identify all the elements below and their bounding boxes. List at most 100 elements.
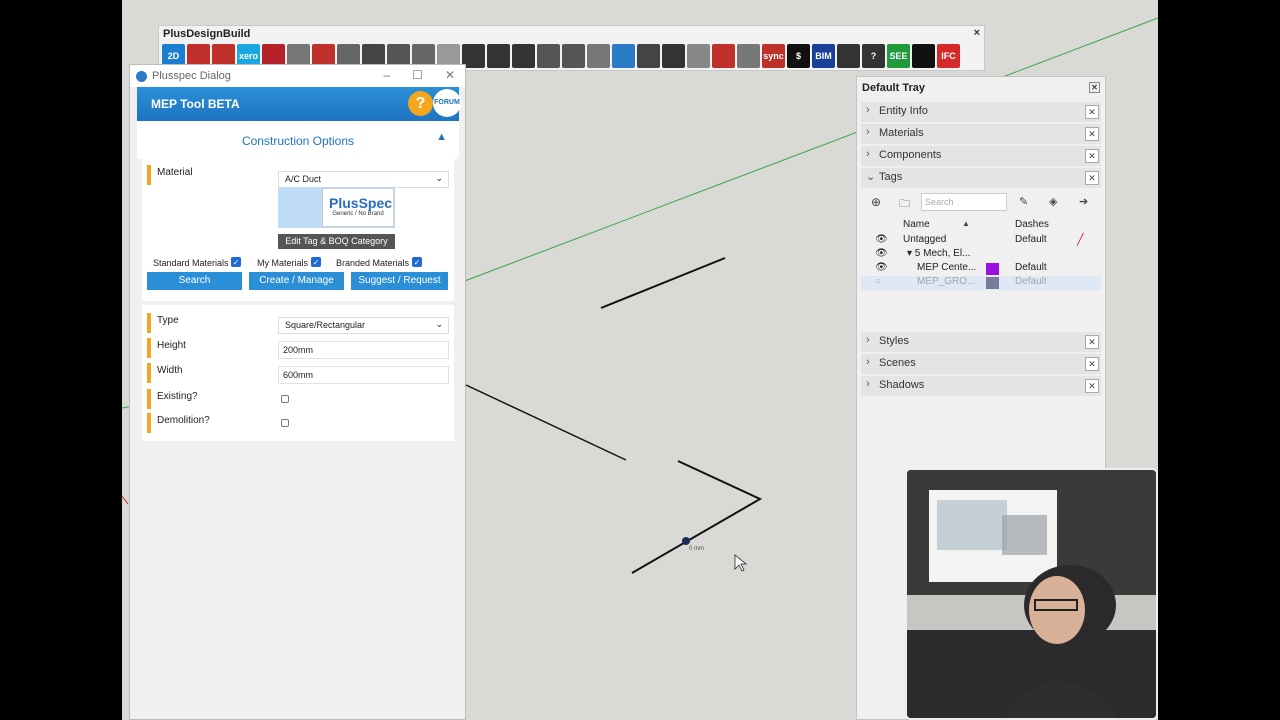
close-section-icon[interactable]: ✕ xyxy=(1085,335,1099,349)
section-label: Materials xyxy=(879,127,924,139)
tray-section-components[interactable]: › Components ✕ xyxy=(861,146,1101,166)
chevron-down-icon: ⌄ xyxy=(435,319,443,329)
demolition-checkbox[interactable] xyxy=(281,419,289,427)
tag-row[interactable]: 👁 Untagged Default ╱ xyxy=(861,234,1101,248)
duct-line-mid xyxy=(465,384,627,461)
tray-section-shadows[interactable]: › Shadows ✕ xyxy=(861,376,1101,396)
material-select[interactable]: A/C Duct ⌄ xyxy=(278,171,449,188)
hexagon-icon[interactable] xyxy=(512,44,535,68)
tag-search-input[interactable]: Search xyxy=(921,193,1007,211)
add-folder-icon[interactable]: 🗀 xyxy=(899,195,910,214)
corner-icon[interactable] xyxy=(487,44,510,68)
material-label: Material xyxy=(147,165,193,185)
section-label: Scenes xyxy=(879,357,916,369)
create-manage-button[interactable]: Create / Manage xyxy=(249,272,344,290)
stairs-icon[interactable] xyxy=(537,44,560,68)
help-button[interactable]: ? xyxy=(408,91,433,116)
tag-folder-name: ▾ 5 Mech, El... xyxy=(907,248,971,259)
edit-tag-button[interactable]: Edit Tag & BOQ Category xyxy=(278,234,395,249)
tray-section-styles[interactable]: › Styles ✕ xyxy=(861,332,1101,352)
standard-materials-checkbox[interactable]: ✓ xyxy=(231,257,241,267)
stopwatch-icon[interactable] xyxy=(912,44,935,68)
pipe-icon[interactable] xyxy=(637,44,660,68)
my-materials-checkbox[interactable]: ✓ xyxy=(311,257,321,267)
close-section-icon[interactable]: ✕ xyxy=(1085,171,1099,185)
see-all-icon[interactable]: SEE xyxy=(887,44,910,68)
toolbar-title: PlusDesignBuild × xyxy=(159,26,984,42)
existing-checkbox[interactable] xyxy=(281,395,289,403)
branded-materials-checkbox[interactable]: ✓ xyxy=(412,257,422,267)
tag-row[interactable]: 👁 ▾ 5 Mech, El... xyxy=(861,248,1101,262)
close-section-icon[interactable]: ✕ xyxy=(1085,105,1099,119)
toolbar-close-icon[interactable]: × xyxy=(974,27,980,39)
dollar-icon[interactable]: $ xyxy=(787,44,810,68)
tray-section-scenes[interactable]: › Scenes ✕ xyxy=(861,354,1101,374)
eye-icon[interactable]: 👁 xyxy=(875,262,888,273)
pencil-icon[interactable]: ✎ xyxy=(1019,195,1028,208)
ifc-icon[interactable]: IFC xyxy=(937,44,960,68)
tray-close-icon[interactable]: ✕ xyxy=(1089,82,1100,93)
tray-section-entity-info[interactable]: › Entity Info ✕ xyxy=(861,102,1101,122)
calendar-icon[interactable] xyxy=(587,44,610,68)
snap-point-icon xyxy=(682,537,690,545)
demolition-label: Demolition? xyxy=(147,413,210,433)
bim-mep-icon[interactable]: BIM xyxy=(812,44,835,68)
material-thumbnail: PlusSpec Generic / No Brand xyxy=(278,187,395,228)
tag-color-swatch[interactable] xyxy=(986,277,999,289)
pencil-red-icon[interactable]: ╱ xyxy=(1077,233,1084,246)
col-name-header[interactable]: Name xyxy=(903,219,930,230)
close-section-icon[interactable]: ✕ xyxy=(1085,149,1099,163)
eye-hidden-icon[interactable]: ○ xyxy=(875,276,881,287)
section-label: Components xyxy=(879,149,942,161)
tag-dashes: Default xyxy=(1015,262,1047,273)
help-circle-icon[interactable]: ? xyxy=(862,44,885,68)
sync-icon[interactable]: sync xyxy=(762,44,785,68)
chevron-right-icon: › xyxy=(866,148,870,160)
search-button[interactable]: Search xyxy=(147,272,242,290)
tag-row[interactable]: 👁 MEP Cente... Default xyxy=(861,262,1101,276)
construction-options-header[interactable]: Construction Options ▲ xyxy=(137,121,459,159)
type-select[interactable]: Square/Rectangular ⌄ xyxy=(278,317,449,334)
width-field[interactable]: 600mm xyxy=(278,366,449,384)
eye-icon[interactable]: 👁 xyxy=(875,248,888,259)
arrows-icon[interactable] xyxy=(712,44,735,68)
maximize-icon[interactable]: ☐ xyxy=(412,68,423,82)
add-tag-icon[interactable]: ⊕ xyxy=(871,195,881,209)
monitor-icon[interactable] xyxy=(612,44,635,68)
details-arrow-icon[interactable]: ➔ xyxy=(1079,195,1088,208)
tray-section-tags[interactable]: ⌄ Tags ✕ xyxy=(861,168,1101,188)
header-title: MEP Tool BETA xyxy=(151,97,240,111)
cursor-arrow-icon xyxy=(734,554,748,572)
hand-icon[interactable] xyxy=(837,44,860,68)
tag-name: MEP Cente... xyxy=(917,262,977,273)
close-section-icon[interactable]: ✕ xyxy=(1085,357,1099,371)
forum-button[interactable]: FORUM xyxy=(433,89,461,117)
camera-icon[interactable] xyxy=(562,44,585,68)
suggest-request-button[interactable]: Suggest / Request xyxy=(351,272,448,290)
boxes-icon[interactable] xyxy=(737,44,760,68)
grid-icon[interactable] xyxy=(662,44,685,68)
tags-panel: ⊕ 🗀 Search ✎ ◈ ➔ Name ▲ Dashes 👁 Untagge… xyxy=(861,189,1101,319)
grid-light-icon[interactable] xyxy=(687,44,710,68)
width-label: Width xyxy=(147,363,183,383)
eye-icon[interactable]: 👁 xyxy=(875,234,888,245)
tag-color-icon[interactable]: ◈ xyxy=(1049,195,1057,208)
close-icon[interactable]: ✕ xyxy=(445,68,455,82)
dialog-titlebar: Plusspec Dialog – ☐ ✕ xyxy=(130,65,465,87)
duct-line-top xyxy=(600,257,726,309)
chevron-right-icon: › xyxy=(866,104,870,116)
collapse-up-icon[interactable]: ▲ xyxy=(436,131,447,143)
close-section-icon[interactable]: ✕ xyxy=(1085,127,1099,141)
window-controls: – ☐ ✕ xyxy=(383,68,455,82)
section-label: Entity Info xyxy=(879,105,928,117)
height-field[interactable]: 200mm xyxy=(278,341,449,359)
dialog-title: Plusspec Dialog xyxy=(152,70,231,82)
chevron-down-icon: ⌄ xyxy=(435,173,443,183)
minimize-icon[interactable]: – xyxy=(383,68,390,82)
tag-color-swatch[interactable] xyxy=(986,263,999,275)
tag-row-selected[interactable]: ○ MEP_GRO... Default xyxy=(861,276,1101,290)
tray-section-materials[interactable]: › Materials ✕ xyxy=(861,124,1101,144)
col-dashes-header[interactable]: Dashes xyxy=(1015,219,1049,230)
webcam-overlay xyxy=(905,468,1158,720)
close-section-icon[interactable]: ✕ xyxy=(1085,379,1099,393)
